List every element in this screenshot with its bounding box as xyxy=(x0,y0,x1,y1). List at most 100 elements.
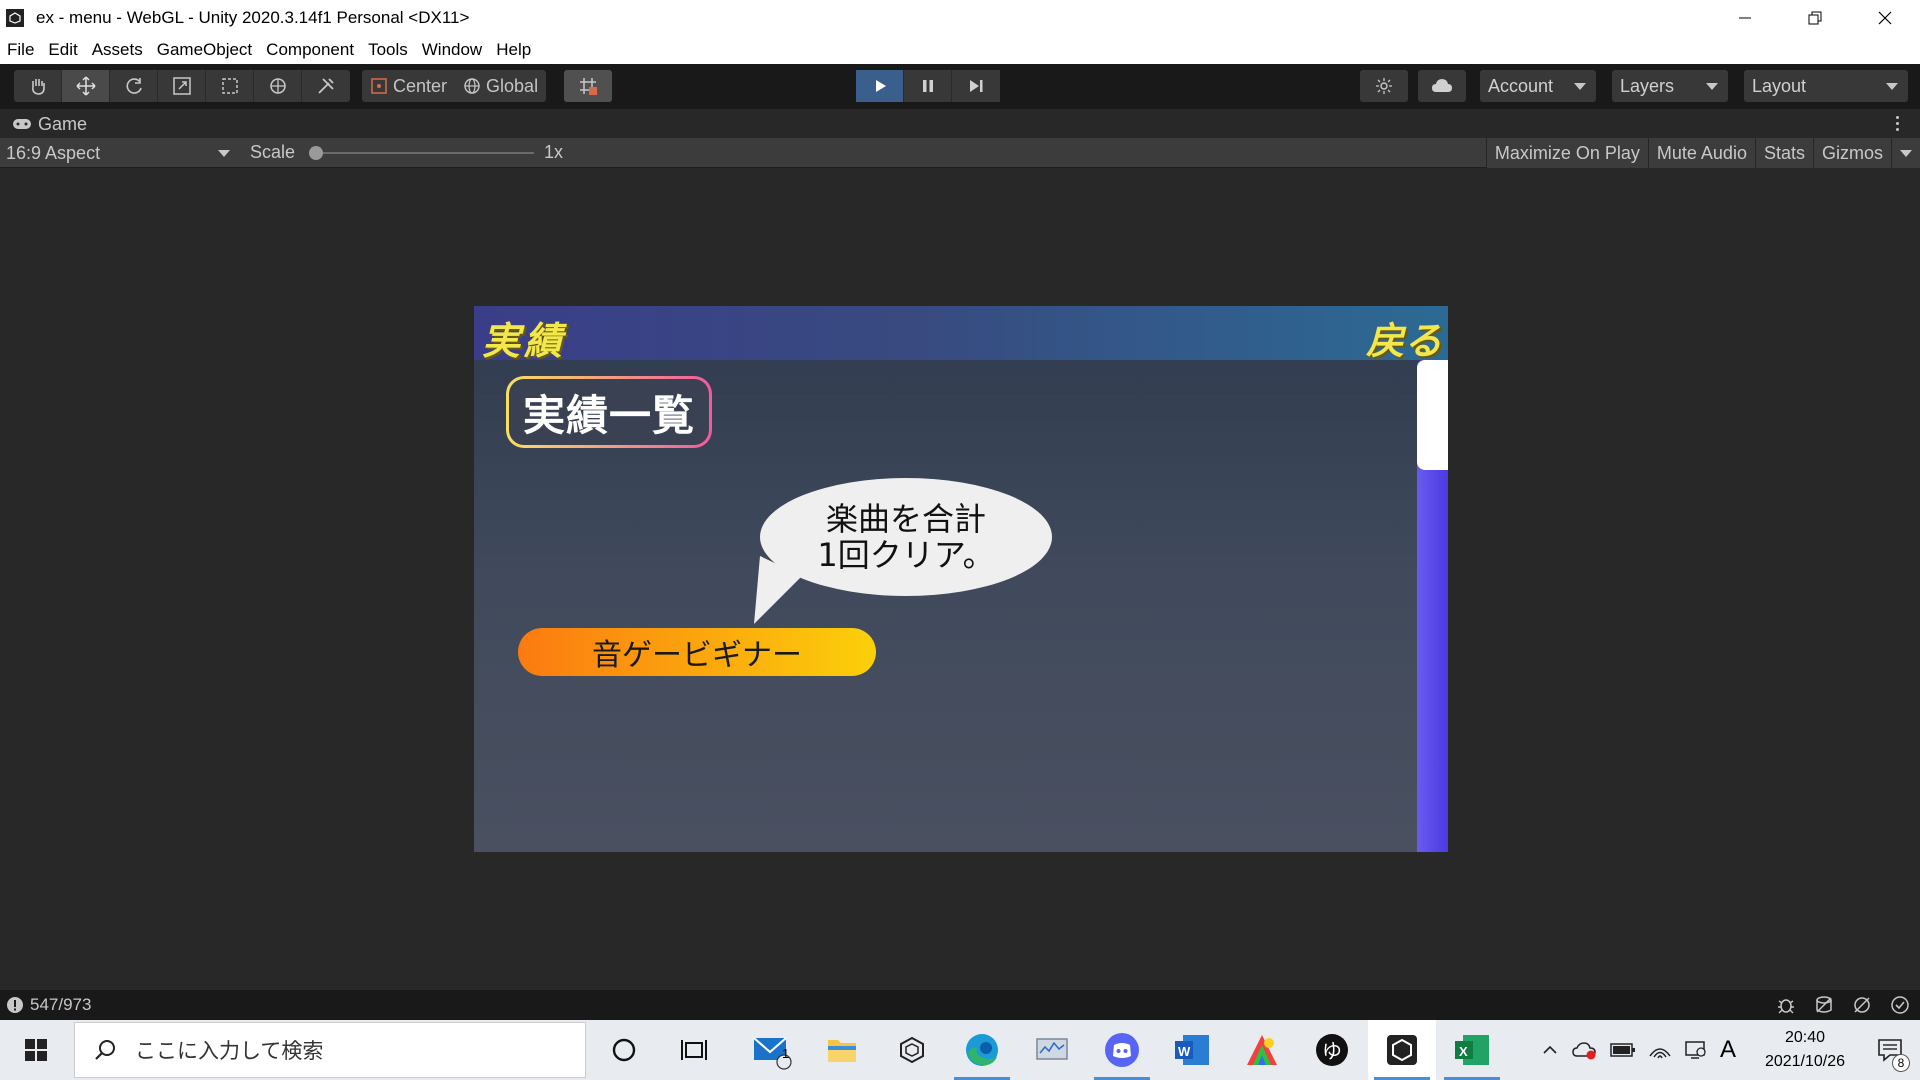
cloud-button[interactable] xyxy=(1418,70,1466,102)
menu-tools[interactable]: Tools xyxy=(361,40,415,60)
transform-tools xyxy=(14,70,350,102)
tab-menu-icon[interactable] xyxy=(1896,116,1900,132)
pivot-center-button[interactable]: Center xyxy=(362,70,455,102)
achievement-item[interactable]: 音ゲービギナー xyxy=(518,628,876,676)
check-circle-icon[interactable] xyxy=(1890,995,1910,1015)
cortana-button[interactable] xyxy=(590,1020,658,1080)
taskbar-paint-app[interactable] xyxy=(1228,1020,1296,1080)
move-tool-button[interactable] xyxy=(62,70,110,102)
onedrive-icon[interactable] xyxy=(1572,1040,1598,1060)
windows-logo-icon xyxy=(25,1039,47,1061)
gizmos-dropdown[interactable] xyxy=(1891,138,1920,168)
search-placeholder: ここに入力して検索 xyxy=(135,1039,324,1063)
yukkuri-icon: ゆ xyxy=(1316,1034,1348,1066)
unity-icon xyxy=(1387,1035,1417,1065)
achievement-list-badge: 実績一覧 xyxy=(506,376,712,448)
scrollbar-thumb[interactable] xyxy=(1417,360,1448,470)
paint-icon xyxy=(1247,1035,1277,1065)
menu-help[interactable]: Help xyxy=(489,40,538,60)
gamepad-icon xyxy=(13,119,31,129)
mute-audio-toggle[interactable]: Mute Audio xyxy=(1647,138,1755,168)
mail-badge: 1 xyxy=(782,1046,790,1061)
pivot-global-button[interactable]: Global xyxy=(455,70,546,102)
scale-slider[interactable] xyxy=(312,152,534,154)
taskbar-word[interactable]: W xyxy=(1158,1020,1226,1080)
game-tab-bar: Game xyxy=(0,108,1920,138)
console-status[interactable]: 547/973 xyxy=(6,995,91,1015)
menu-bar: File Edit Assets GameObject Component To… xyxy=(0,36,1920,64)
taskbar-unity-editor[interactable] xyxy=(1368,1020,1436,1080)
rotate-tool-button[interactable] xyxy=(110,70,158,102)
achievement-tooltip-bubble: 楽曲を合計 1回クリア。 xyxy=(760,478,1052,596)
pause-button[interactable] xyxy=(904,70,952,102)
game-view-toolbar: 16:9 Aspect Scale 1x Maximize On Play Mu… xyxy=(0,138,1920,168)
windows-taskbar: ここに入力して検索 1 W ゆ X A 20:40 2021/10/26 8 xyxy=(0,1020,1920,1080)
menu-window[interactable]: Window xyxy=(415,40,489,60)
layers-dropdown[interactable]: Layers xyxy=(1612,70,1728,102)
game-canvas[interactable]: 実績 戻る 実績一覧 楽曲を合計 1回クリア。 音ゲービギナー xyxy=(474,306,1448,852)
taskbar-search[interactable]: ここに入力して検索 xyxy=(74,1022,586,1078)
close-button[interactable] xyxy=(1850,0,1920,36)
clock[interactable]: 20:40 2021/10/26 xyxy=(1750,1026,1860,1074)
minimize-button[interactable] xyxy=(1710,0,1780,36)
network-icon[interactable] xyxy=(1852,995,1872,1015)
notification-center-button[interactable]: 8 xyxy=(1860,1020,1920,1080)
step-button[interactable] xyxy=(952,70,1000,102)
taskbar-explorer[interactable] xyxy=(808,1020,876,1080)
menu-file[interactable]: File xyxy=(0,40,41,60)
scale-tool-button[interactable] xyxy=(158,70,206,102)
window-titlebar: ex - menu - WebGL - Unity 2020.3.14f1 Pe… xyxy=(0,0,1920,36)
word-icon: W xyxy=(1175,1035,1209,1065)
game-header xyxy=(474,306,1448,360)
chevron-up-icon[interactable] xyxy=(1540,1040,1560,1060)
collab-button[interactable] xyxy=(1360,70,1408,102)
hand-tool-button[interactable] xyxy=(14,70,62,102)
play-button[interactable] xyxy=(856,70,904,102)
step-icon xyxy=(970,80,983,92)
chevron-down-icon xyxy=(1900,149,1912,157)
bug-icon[interactable] xyxy=(1776,995,1796,1015)
menu-assets[interactable]: Assets xyxy=(85,40,150,60)
game-view: 実績 戻る 実績一覧 楽曲を合計 1回クリア。 音ゲービギナー xyxy=(0,168,1920,990)
svg-text:X: X xyxy=(1459,1044,1468,1059)
menu-edit[interactable]: Edit xyxy=(41,40,84,60)
start-button[interactable] xyxy=(0,1020,72,1080)
chevron-down-icon xyxy=(1574,83,1586,90)
taskbar-discord[interactable] xyxy=(1088,1020,1156,1080)
cache-server-icon[interactable] xyxy=(1814,995,1834,1015)
task-view-button[interactable] xyxy=(660,1020,728,1080)
taskbar-mail[interactable]: 1 xyxy=(738,1020,806,1080)
taskbar-resource-monitor[interactable] xyxy=(1018,1020,1086,1080)
taskbar-yukkuri-app[interactable]: ゆ xyxy=(1298,1020,1366,1080)
grid-snap-button[interactable] xyxy=(564,70,612,102)
transform-tool-button[interactable] xyxy=(254,70,302,102)
aspect-dropdown[interactable]: 16:9 Aspect xyxy=(0,138,238,168)
taskbar-edge[interactable] xyxy=(948,1020,1016,1080)
account-dropdown[interactable]: Account xyxy=(1480,70,1596,102)
status-count: 547/973 xyxy=(30,995,92,1014)
restore-button[interactable] xyxy=(1780,0,1850,36)
collab-icon xyxy=(1376,78,1392,94)
taskbar-excel[interactable]: X xyxy=(1438,1020,1506,1080)
grid-snap-icon xyxy=(580,78,597,95)
scale-value: 1x xyxy=(544,142,564,162)
maximize-on-play-toggle[interactable]: Maximize On Play xyxy=(1485,138,1648,168)
cortana-icon xyxy=(612,1038,636,1062)
game-back-button[interactable]: 戻る xyxy=(1366,310,1442,365)
play-icon xyxy=(875,80,886,92)
menu-gameobject[interactable]: GameObject xyxy=(150,40,259,60)
custom-tool-button[interactable] xyxy=(302,70,350,102)
wifi-icon[interactable] xyxy=(1648,1040,1672,1060)
gizmos-toggle[interactable]: Gizmos xyxy=(1812,138,1891,168)
layout-dropdown[interactable]: Layout xyxy=(1744,70,1908,102)
battery-icon[interactable] xyxy=(1610,1041,1636,1059)
stats-toggle[interactable]: Stats xyxy=(1754,138,1813,168)
ime-indicator[interactable]: A xyxy=(1720,1036,1736,1064)
taskbar-unity-hub[interactable] xyxy=(878,1020,946,1080)
menu-component[interactable]: Component xyxy=(259,40,361,60)
display-sync-icon[interactable] xyxy=(1684,1039,1708,1061)
tab-game[interactable]: Game xyxy=(0,109,87,139)
rect-tool-button[interactable] xyxy=(206,70,254,102)
scale-slider-handle[interactable] xyxy=(309,146,323,160)
main-toolbar: Center Global Account Layers Layout xyxy=(0,64,1920,108)
